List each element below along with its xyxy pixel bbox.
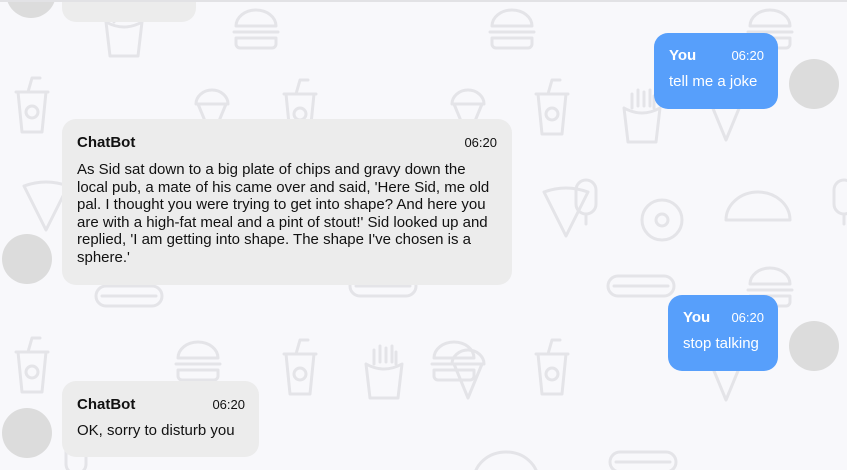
- avatar-bot: [2, 408, 52, 458]
- chat-window[interactable]: You 06:20 tell me a joke ChatBot 06:20 A…: [0, 0, 847, 470]
- message-time: 06:20: [464, 135, 497, 150]
- avatar-user: [789, 321, 839, 371]
- message-header: ChatBot 06:20: [77, 396, 245, 414]
- message-bubble-user: You 06:20 stop talking: [668, 295, 778, 371]
- message-time: 06:20: [212, 397, 245, 412]
- avatar-bot: [2, 234, 52, 284]
- message-sender: You: [669, 47, 697, 64]
- message-text: OK, sorry to disturb you: [77, 422, 235, 439]
- message-bubble-bot: ChatBot 06:20 OK, sorry to disturb you: [62, 381, 259, 457]
- message-text: tell me a joke: [669, 73, 758, 90]
- message-sender: You: [683, 309, 711, 326]
- avatar-bot-cutoff: [6, 2, 56, 18]
- message-header: You 06:20: [683, 309, 764, 327]
- message-header: ChatBot 06:20: [77, 134, 497, 152]
- message-bubble-bot: ChatBot 06:20 As Sid sat down to a big p…: [62, 119, 512, 285]
- message-header: You 06:20: [669, 47, 764, 65]
- message-text: As Sid sat down to a big plate of chips …: [77, 161, 490, 266]
- message-bubble-user: You 06:20 tell me a joke: [654, 33, 778, 109]
- message-sender: ChatBot: [77, 396, 136, 413]
- avatar-user: [789, 59, 839, 109]
- message-bubble-cutoff: [62, 2, 196, 22]
- message-time: 06:20: [731, 48, 764, 63]
- message-text: stop talking: [683, 335, 759, 352]
- message-time: 06:20: [731, 310, 764, 325]
- message-sender: ChatBot: [77, 134, 136, 151]
